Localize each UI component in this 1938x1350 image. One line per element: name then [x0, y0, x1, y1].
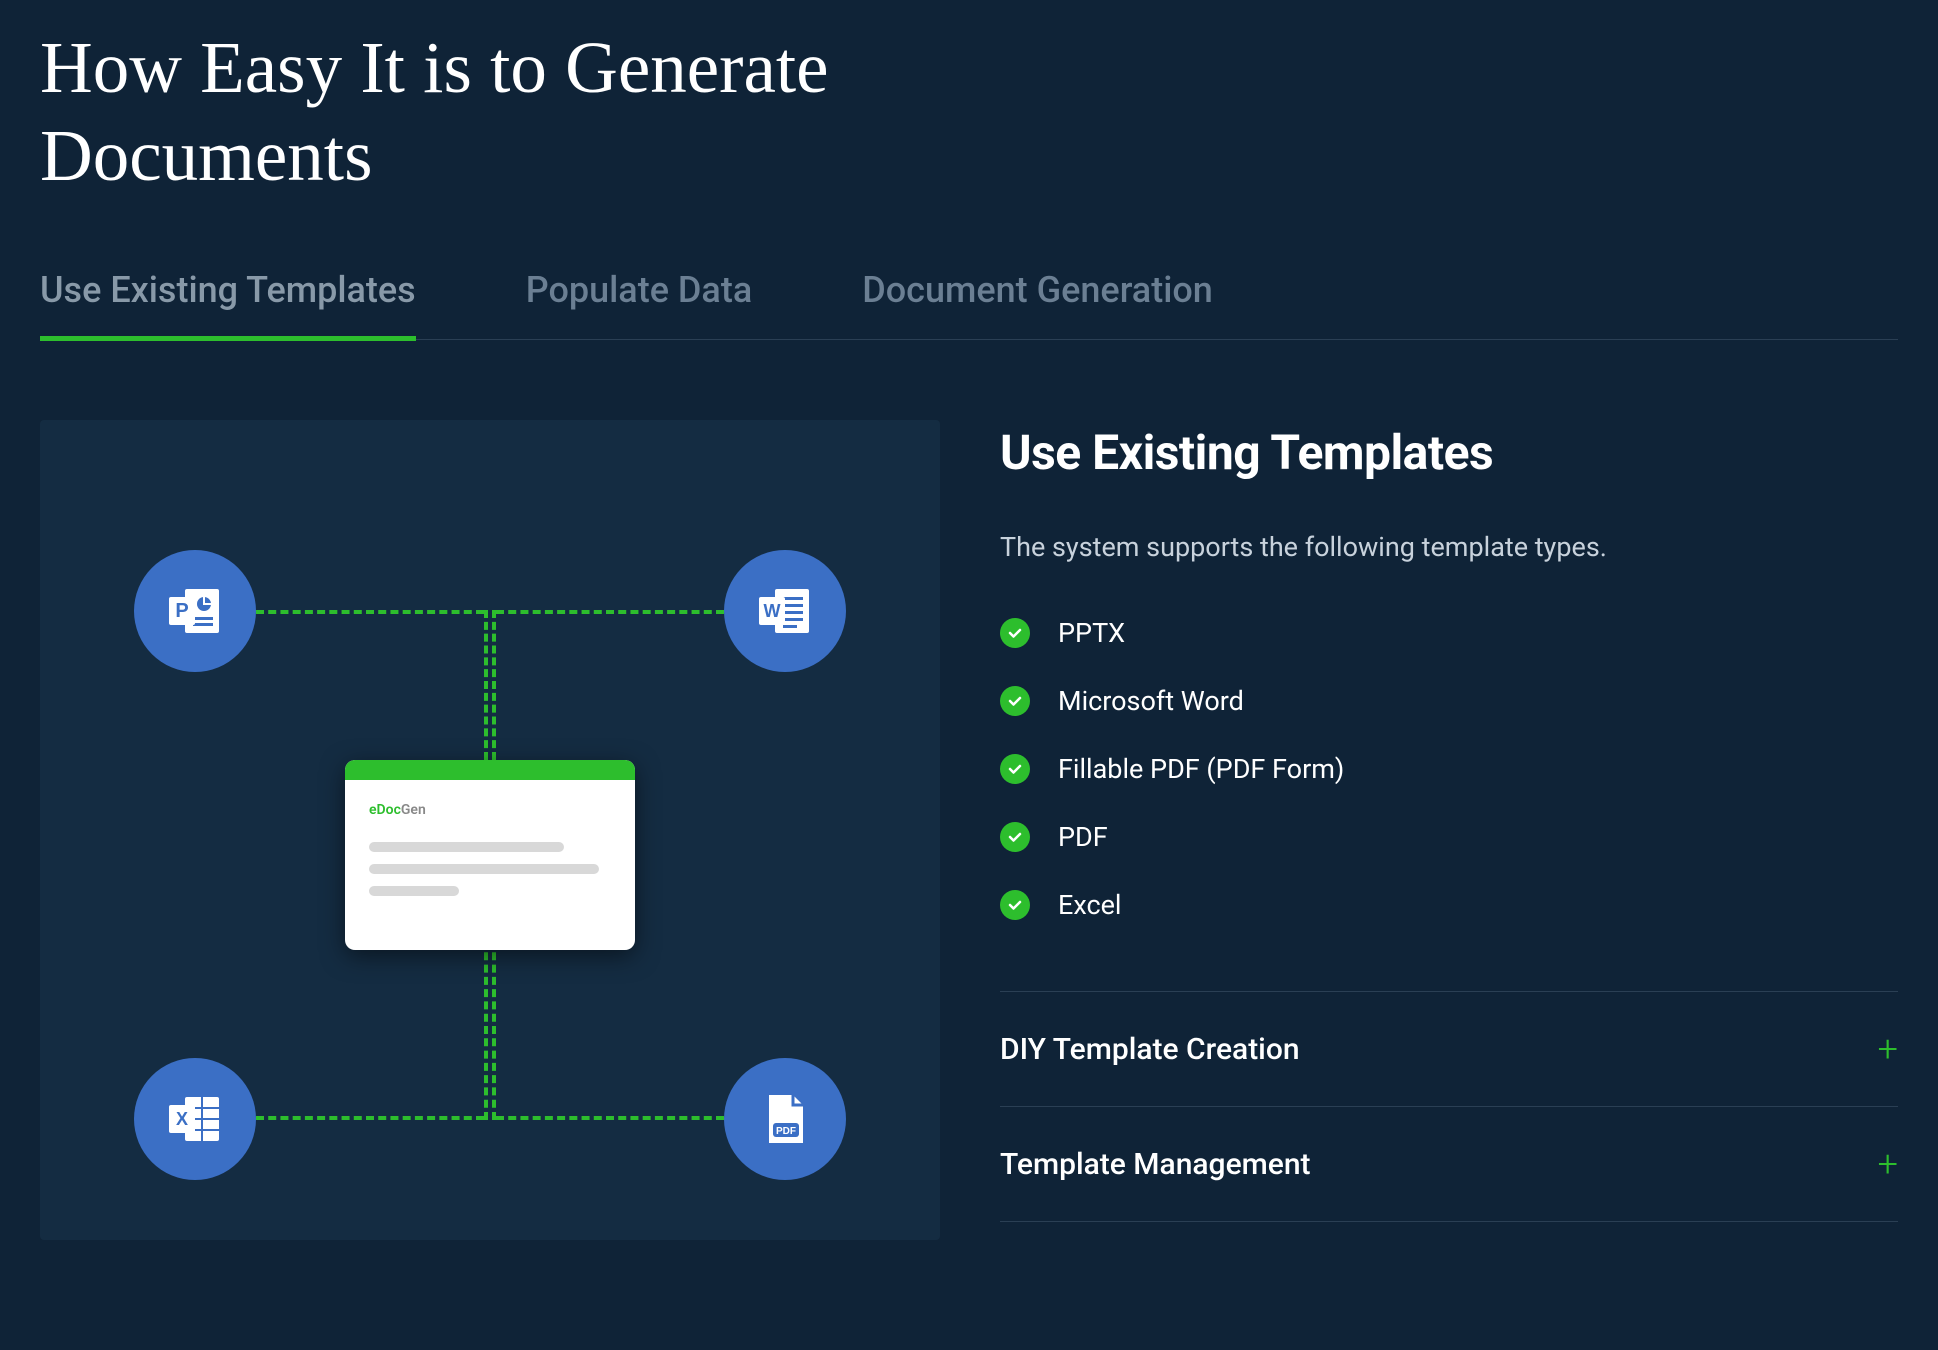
excel-icon: X [134, 1058, 256, 1180]
accordion-diy-template[interactable]: DIY Template Creation + [1000, 991, 1898, 1106]
connector-line [256, 610, 484, 614]
list-item: Microsoft Word [1000, 685, 1898, 717]
templates-illustration: P W X [40, 420, 940, 1240]
connector-line [256, 1116, 484, 1120]
list-item-label: Excel [1058, 889, 1122, 921]
connector-line [496, 610, 724, 614]
document-placeholder-lines [369, 842, 611, 896]
connector-line [484, 940, 488, 1120]
check-icon [1000, 686, 1030, 716]
list-item-label: Microsoft Word [1058, 685, 1244, 717]
check-icon [1000, 754, 1030, 784]
connector-line [484, 610, 488, 760]
list-item: Fillable PDF (PDF Form) [1000, 753, 1898, 785]
pdf-icon: PDF [724, 1058, 846, 1180]
list-item: PPTX [1000, 617, 1898, 649]
hero-heading: How Easy It is to Generate Documents [40, 0, 940, 269]
right-panel: Use Existing Templates The system suppor… [1000, 420, 1898, 1240]
svg-text:X: X [176, 1109, 188, 1129]
check-icon [1000, 890, 1030, 920]
accordion-title: Template Management [1000, 1147, 1311, 1182]
connector-line [492, 610, 496, 760]
content-row: P W X [40, 420, 1898, 1240]
check-icon [1000, 822, 1030, 852]
connector-line [492, 940, 496, 1120]
feature-list: PPTX Microsoft Word Fillable PDF (PDF Fo… [1000, 617, 1898, 921]
document-brand: eDocGen [369, 802, 611, 818]
powerpoint-icon: P [134, 550, 256, 672]
document-card-accent [345, 760, 635, 780]
plus-icon: + [1878, 1028, 1898, 1070]
section-description: The system supports the following templa… [1000, 531, 1898, 563]
accordion-template-management[interactable]: Template Management + [1000, 1106, 1898, 1222]
check-icon [1000, 618, 1030, 648]
svg-text:P: P [175, 600, 188, 622]
document-card: eDocGen [345, 760, 635, 950]
accordion-title: DIY Template Creation [1000, 1032, 1300, 1067]
list-item: Excel [1000, 889, 1898, 921]
section-title: Use Existing Templates [1000, 424, 1898, 481]
tab-generation[interactable]: Document Generation [862, 269, 1213, 339]
plus-icon: + [1878, 1143, 1898, 1185]
list-item-label: Fillable PDF (PDF Form) [1058, 753, 1344, 785]
svg-text:W: W [764, 601, 781, 621]
list-item: PDF [1000, 821, 1898, 853]
tab-populate[interactable]: Populate Data [526, 269, 753, 339]
list-item-label: PDF [1058, 821, 1108, 853]
svg-text:PDF: PDF [776, 1126, 796, 1137]
list-item-label: PPTX [1058, 617, 1125, 649]
tab-templates[interactable]: Use Existing Templates [40, 269, 416, 339]
tab-bar: Use Existing Templates Populate Data Doc… [40, 269, 1898, 340]
connector-line [496, 1116, 724, 1120]
word-icon: W [724, 550, 846, 672]
